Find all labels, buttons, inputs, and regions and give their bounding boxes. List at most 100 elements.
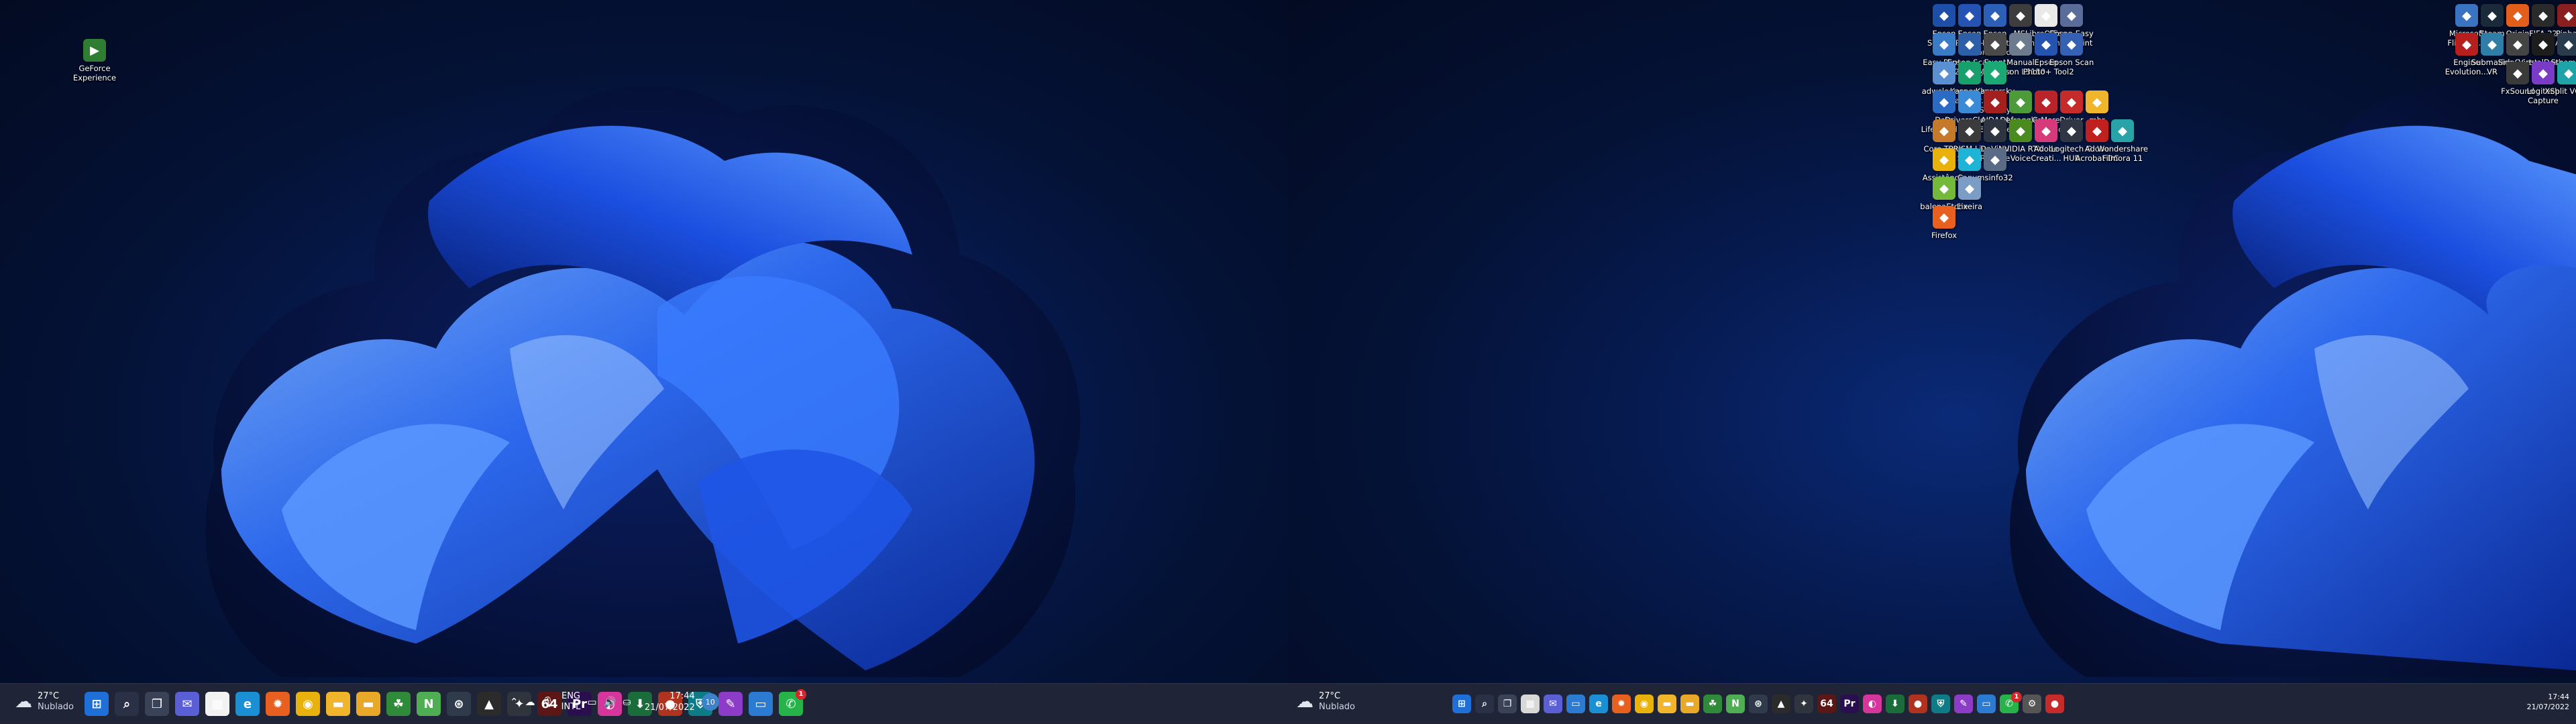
taskbar-explorer-button[interactable]: ▭ bbox=[1566, 695, 1585, 713]
taskbar-task-view-button[interactable]: ❐ bbox=[145, 692, 169, 716]
taskbar-davinci-button[interactable]: ✦ bbox=[1794, 695, 1813, 713]
notepad-icon: N bbox=[1731, 699, 1739, 709]
desktop-icon-firefox[interactable]: ◆ Firefox bbox=[1921, 206, 1968, 240]
taskbar-chat-button[interactable]: ✉ bbox=[175, 692, 199, 716]
epson-scan-icon: ◆ bbox=[2060, 33, 2083, 56]
taskbar-chat-button[interactable]: ✉ bbox=[1544, 695, 1562, 713]
taskbar-search-button[interactable]: ⌕ bbox=[1475, 695, 1494, 713]
taskbar-app6-button[interactable]: ⚙ bbox=[2023, 695, 2041, 713]
download-icon: ⬇ bbox=[1891, 699, 1899, 709]
taskbar-premiere-button[interactable]: Pr bbox=[1840, 695, 1859, 713]
msinfo-icon: ◆ bbox=[1984, 148, 2006, 171]
taskbar-prism-button[interactable]: ▲ bbox=[477, 692, 501, 716]
taskbar-app-button[interactable]: ☘ bbox=[1703, 695, 1722, 713]
taskbar-edge-button[interactable]: e bbox=[235, 692, 260, 716]
gear-icon: ⚙ bbox=[2027, 699, 2037, 709]
taskbar-file-explorer-button[interactable]: ▬ bbox=[1658, 695, 1676, 713]
folder-icon: ▬ bbox=[1685, 699, 1695, 709]
speaker-icon[interactable]: 🔊 bbox=[604, 696, 616, 708]
creative-cloud-icon: ◐ bbox=[1868, 699, 1877, 709]
clock-date: 21/07/2022 bbox=[2526, 703, 2569, 711]
taskbar-app4-button[interactable]: ⛨ bbox=[1931, 695, 1950, 713]
microphone-icon[interactable]: 🎙 bbox=[542, 696, 555, 708]
taskbar-creative-cloud-button[interactable]: ◐ bbox=[1863, 695, 1882, 713]
store-icon: ▦ bbox=[211, 697, 223, 711]
weather-temp: 27°C bbox=[38, 691, 60, 701]
wallpaper-bloom bbox=[205, 85, 1081, 677]
aida-icon: 64 bbox=[1820, 699, 1833, 709]
network-icon[interactable]: ⛀ bbox=[623, 696, 631, 708]
folder-icon: ◆ bbox=[2086, 90, 2108, 113]
chat-icon: ✉ bbox=[182, 697, 193, 711]
geforce-icon: ▶ bbox=[83, 39, 106, 62]
monitor-right: ◆Epson Softwa...◆Epson Photo+◆Epson Prin… bbox=[1288, 0, 2576, 724]
whatsapp-icon: ✆ bbox=[786, 697, 796, 711]
desktop-icon-epson-scan-2[interactable]: ◆ Epson Scan 2 bbox=[2048, 33, 2095, 76]
recycle-bin-icon: ◆ bbox=[1958, 177, 1981, 200]
davinci-icon: ✦ bbox=[1800, 699, 1808, 709]
taskbar-app7-button[interactable]: ● bbox=[2045, 695, 2064, 713]
weather-condition: Nublado bbox=[1319, 702, 1355, 712]
taskbar-search-button[interactable]: ⌕ bbox=[115, 692, 139, 716]
pinball-icon: ◆ bbox=[2557, 4, 2576, 27]
taskbar-steam-button[interactable]: ⊛ bbox=[447, 692, 471, 716]
notification-badge[interactable]: 10 bbox=[701, 693, 719, 711]
taskbar-app5-button[interactable]: ✎ bbox=[718, 692, 743, 716]
language-indicator[interactable]: ENG INTL bbox=[561, 691, 581, 713]
display-icon[interactable]: ▭ bbox=[587, 696, 596, 708]
desktop-icon-wondershare-filmora-11[interactable]: ◆ Wondershare Filmora 11 bbox=[2097, 119, 2148, 163]
taskbar-prism-button[interactable]: ▲ bbox=[1772, 695, 1790, 713]
taskbar-app-button[interactable]: ☘ bbox=[386, 692, 411, 716]
weather-temp: 27°C bbox=[1319, 691, 1341, 701]
cloud-icon: ☁ bbox=[1296, 692, 1313, 712]
windows-logo-icon: ⊞ bbox=[1458, 699, 1466, 709]
clock[interactable]: 17:44 21/07/2022 bbox=[2527, 692, 2569, 712]
taskbar-left: ☁ 27°C Nublado ⊞ ⌕ ❐ ✉ ▦ e ✹ ◉ ▬ ▬ ☘ N ⊛ ▲ ✦ 64 Pr ◐ ⬇ ● ⛨ ✎ ▭… bbox=[0, 683, 1288, 724]
monitor-icon: ▭ bbox=[1982, 699, 1991, 709]
taskbar-notepad-button[interactable]: N bbox=[417, 692, 441, 716]
taskbar-chrome-button[interactable]: ◉ bbox=[296, 692, 320, 716]
taskbar-store-button[interactable]: ▦ bbox=[1521, 695, 1540, 713]
taskbar-remote-button[interactable]: ▭ bbox=[1977, 695, 1996, 713]
weather-widget[interactable]: ☁ 27°C Nublado bbox=[15, 691, 74, 713]
chevron-up-icon[interactable]: ⌃ bbox=[510, 696, 519, 708]
taskbar-whatsapp-button[interactable]: ✆ 1 bbox=[2000, 692, 2022, 713]
taskbar-file-explorer-button[interactable]: ▬ bbox=[326, 692, 350, 716]
taskbar-folder-button[interactable]: ▬ bbox=[1680, 695, 1699, 713]
taskbar-steam-button[interactable]: ⊛ bbox=[1749, 695, 1768, 713]
taskbar-start-button[interactable]: ⊞ bbox=[85, 692, 109, 716]
taskbar-firefox-button[interactable]: ✹ bbox=[1612, 695, 1631, 713]
chrome-icon: ◉ bbox=[303, 697, 313, 711]
desktop-icon-label: GeForce Experience bbox=[72, 64, 117, 82]
desktop-icon-label: XSplit VCam bbox=[2544, 86, 2576, 96]
taskbar-folder-button[interactable]: ▬ bbox=[356, 692, 380, 716]
taskbar-start-button[interactable]: ⊞ bbox=[1452, 695, 1471, 713]
premiere-icon: Pr bbox=[1843, 699, 1856, 709]
taskbar-notepad-button[interactable]: N bbox=[1726, 695, 1745, 713]
taskbar-whatsapp-button[interactable]: ✆ 1 bbox=[779, 689, 806, 716]
taskbar-app2-button[interactable]: ⬇ bbox=[1886, 695, 1904, 713]
taskbar-firefox-button[interactable]: ✹ bbox=[266, 692, 290, 716]
prism-icon: ▲ bbox=[484, 697, 494, 711]
taskbar-chrome-button[interactable]: ◉ bbox=[1635, 695, 1654, 713]
taskbar-app5-button[interactable]: ✎ bbox=[1954, 695, 1973, 713]
firefox-icon: ✹ bbox=[272, 697, 283, 711]
desktop-icon-geforce[interactable]: ▶ GeForce Experience bbox=[71, 39, 118, 82]
system-tray: ⌃ ☁ 🎙 ENG INTL ▭ 🔊 ⛀ 17:44 21/07/2022 10 bbox=[510, 690, 719, 713]
taskbar-app3-button[interactable]: ● bbox=[1909, 695, 1927, 713]
taskbar-right: ☁ 27°C Nublado ⊞ ⌕ ❐ ▦ ✉ ▭ e ✹ ◉ ▬ ▬ ☘ N ⊛ ▲ ✦ 64 Pr ◐ ⬇ ● ⛨ ✎… bbox=[1288, 683, 2576, 724]
onedrive-icon[interactable]: ☁ bbox=[525, 696, 535, 708]
leaf-icon: ☘ bbox=[1708, 699, 1717, 709]
taskbar-aida-button[interactable]: 64 bbox=[1817, 695, 1836, 713]
taskbar-store-button[interactable]: ▦ bbox=[205, 692, 229, 716]
keyboard-layout: INTL bbox=[561, 702, 581, 712]
taskbar-remote-button[interactable]: ▭ bbox=[749, 692, 773, 716]
taskbar-task-view-button[interactable]: ❐ bbox=[1498, 695, 1517, 713]
clock[interactable]: 17:44 21/07/2022 bbox=[645, 690, 695, 713]
chrome-icon: ◉ bbox=[1640, 699, 1649, 709]
language-code: ENG bbox=[561, 691, 580, 701]
weather-widget[interactable]: ☁ 27°C Nublado bbox=[1296, 691, 1355, 713]
desktop-icon-xsplit-vcam[interactable]: ◆ XSplit VCam bbox=[2544, 62, 2576, 96]
xsplit-icon: ◆ bbox=[2557, 62, 2576, 84]
taskbar-edge-button[interactable]: e bbox=[1589, 695, 1608, 713]
